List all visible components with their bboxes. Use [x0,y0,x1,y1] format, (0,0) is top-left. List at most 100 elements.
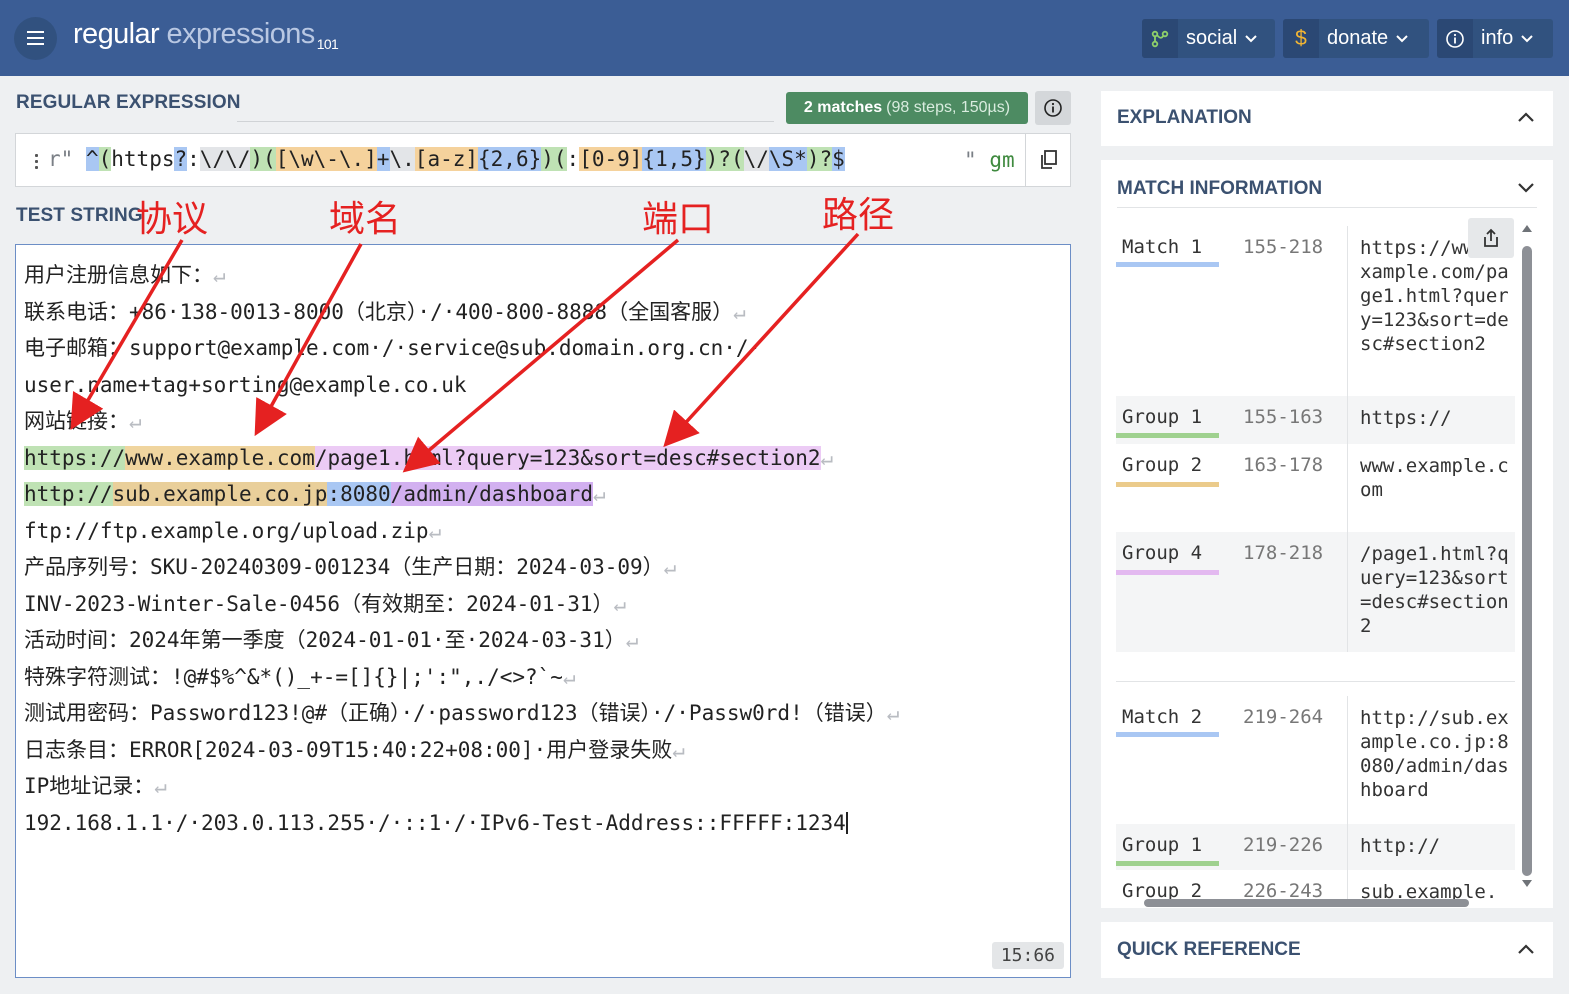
info-icon [1437,19,1473,58]
group-row[interactable]: Group 1 219-226 http:// [1116,824,1515,870]
regex-section-label: REGULAR EXPRESSION [16,92,241,113]
group-row[interactable]: Group 4 178-218 /page1.html?query=123&so… [1116,532,1515,652]
explanation-card[interactable]: EXPLANATION [1101,91,1553,146]
match1-group4: /page1.html?query=123&sort=desc#section2 [314,445,821,470]
regex-token: {1,5} [642,147,706,171]
regex-token: \S* [768,147,807,171]
app-logo[interactable]: regular expressions 101 [73,18,339,52]
test-line: user.name+tag+sorting@example.co.uk [24,372,467,397]
match-count: 2 matches [803,99,883,116]
test-line: 活动时间：2024年第一季度（2024-01-01·至·2024-03-31）↵ [24,628,639,652]
test-line: INV-2023-Winter-Sale-0456（有效期至：2024-01-3… [24,591,627,616]
dollar-icon: $ [1283,19,1319,58]
regex-token: )? [705,147,731,171]
group-row[interactable]: Group 2 163-178 www.example.com [1116,444,1515,532]
chevron-up-icon[interactable] [1517,939,1535,960]
explanation-title: EXPLANATION [1117,107,1252,128]
logo-text-light: expressions [159,18,316,50]
export-button[interactable] [1468,218,1514,258]
scroll-down-icon[interactable] [1520,878,1534,890]
regex-token: [\w\-\.] [275,147,377,171]
menu-button[interactable] [14,17,57,60]
copy-button[interactable] [1025,134,1072,186]
hamburger-icon-bar [27,43,44,45]
hamburger-icon [27,31,44,33]
regex-token: : [566,147,580,171]
social-button[interactable]: social [1142,19,1275,58]
hamburger-icon-bar [27,37,44,39]
regex-token: [0-9] [579,147,643,171]
logo-text: regular [73,18,160,50]
annotation-protocol: 协议 [136,199,209,240]
quick-reference-title: QUICK REFERENCE [1117,939,1301,960]
vertical-scrollbar[interactable] [1520,222,1534,902]
match2-group1: http:// [24,482,113,506]
test-line: 特殊字符测试：!@#$%^&*()_+-=[]{}|;':",./<>?`~↵ [24,664,576,689]
flags-value: gm [989,148,1015,172]
cursor-position-badge: 15:66 [991,942,1064,969]
regex-token: ( [730,147,744,171]
info-button[interactable]: info [1437,19,1553,58]
match2-group2: sub.example.co.jp [112,482,328,506]
scrollbar-thumb[interactable] [1522,246,1532,876]
test-line: 日志条目：ERROR[2024-03-09T15:40:22+08:00]·用户… [24,737,685,762]
regex-token: : [187,147,200,171]
match1-group2: www.example.com [125,445,315,470]
test-line: 网站链接：↵ [24,409,142,433]
annotation-path: 路径 [822,195,895,236]
test-string-editor[interactable]: 用户注册信息如下：↵ 联系电话：+86·138-0013-8000（北京）·/·… [15,244,1071,978]
social-icon [1142,19,1178,58]
scroll-up-icon[interactable] [1520,222,1534,234]
delimiter-close: " [964,148,977,172]
regex-token: ) [541,147,554,171]
horizontal-scrollbar[interactable] [1120,897,1512,909]
match-separator [1116,652,1515,682]
regex-token: {2,6} [478,147,542,171]
top-bar: regular expressions 101 social $ donate i… [0,0,1569,76]
logo-version: 101 [316,36,339,52]
share-icon [1484,228,1498,247]
match-row[interactable]: Match 2 219-264 http://sub.example.co.jp… [1116,696,1515,824]
test-line: 电子邮箱：support@example.com·/·service@sub.d… [24,336,762,360]
chevron-up-icon[interactable] [1517,107,1535,128]
regex-token: ^ [85,147,99,171]
regex-token: ? [174,147,188,171]
match-count-badge: 2 matches (98 steps, 150µs) [786,92,1028,124]
quick-reference-card[interactable]: QUICK REFERENCE [1101,922,1553,978]
chevron-down-icon [1245,30,1267,47]
regex-info-button[interactable] [1035,91,1071,125]
delimiter-open: r" [48,147,74,171]
group-row[interactable]: Group 1 155-163 https:// [1116,396,1515,444]
regex-token: + [376,147,390,171]
regex-flags[interactable]: " gm [964,148,1015,172]
regex-token: \. [389,147,415,171]
match-row[interactable]: Match 1 155-218 https://www.example.com/… [1116,226,1515,396]
scrollbar-thumb[interactable] [1144,899,1469,907]
chevron-down-icon [1521,30,1543,47]
match1-group1: https:// [24,445,126,470]
match2-group3: :8080 [327,482,391,506]
match-info-title: MATCH INFORMATION [1117,178,1323,199]
social-label: social [1186,27,1238,49]
match2-group4: /admin/dashboard [390,482,593,506]
drag-handle-icon[interactable] [35,154,39,170]
test-line: 192.168.1.1·/·203.0.113.255·/·::1·/·IPv6… [24,810,848,835]
regex-token: $ [832,147,845,171]
match-line-2: http://sub.example.co.jp:8080/admin/dash… [24,482,606,506]
regex-token: \/\/ [199,147,251,171]
match-line-1: https://www.example.com/page1.html?query… [24,445,834,470]
test-line: 用户注册信息如下：↵ [24,263,226,287]
text-cursor [845,811,848,834]
chevron-down-icon [1396,30,1418,47]
donate-button[interactable]: $ donate [1283,19,1429,58]
info-icon [1044,99,1062,117]
regex-input[interactable]: r" ^(https?:\/\/)([\w\-\.]+\.[a-z]{2,6})… [48,147,845,171]
test-line: IP地址记录：↵ [24,774,167,798]
regex-editor[interactable]: r" ^(https?:\/\/)([\w\-\.]+\.[a-z]{2,6})… [15,133,1071,187]
regex-token: \/ [743,147,769,171]
annotation-domain: 域名 [329,199,402,240]
copy-icon [1041,150,1057,169]
info-label: info [1481,27,1514,49]
test-line: 产品序列号：SKU-20240309-001234（生产日期：2024-03-0… [24,555,677,579]
chevron-down-icon[interactable] [1517,178,1535,199]
